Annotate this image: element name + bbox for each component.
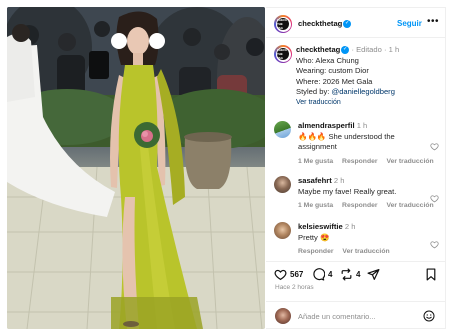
comment-text: Pretty 😍: [298, 232, 330, 242]
send-icon: [367, 269, 380, 280]
author-name-row: checkthetag ✓: [298, 19, 352, 28]
comment-translate-link[interactable]: Ver traducción: [386, 202, 433, 209]
reposts-count: 4: [356, 270, 361, 279]
verified-badge-icon: ✓: [341, 46, 350, 54]
caption-line: Wearing: custom Dior: [296, 66, 369, 75]
save-button[interactable]: [425, 268, 437, 281]
caption-line: Where: 2026 Met Gala: [296, 76, 373, 86]
comment-text: Maybe my fave! Really great.: [298, 186, 397, 196]
comment-time: 2 h: [344, 222, 356, 231]
repost-button[interactable]: 4: [340, 268, 360, 281]
comment-bubble-icon: [313, 268, 325, 281]
caption-text: checkthetag ✓ · Editado · 1 h Who: Alexa …: [296, 45, 399, 108]
comment-text: 🔥🔥🔥 She understood the assignment: [298, 131, 395, 152]
like-button[interactable]: 567: [274, 268, 303, 281]
comment-translate-link[interactable]: Ver traducción: [386, 158, 433, 165]
caption-avatar[interactable]: CHECK THE TAG: [274, 45, 292, 63]
heart-icon: [274, 269, 287, 281]
comments-count: 4: [328, 270, 333, 279]
reply-button[interactable]: Responder: [342, 158, 378, 165]
commenter-avatar[interactable]: [274, 121, 291, 138]
reply-button[interactable]: Responder: [298, 248, 334, 255]
edited-label: Editado: [356, 45, 382, 54]
brand-logo: CHECK THE TAG: [277, 18, 289, 30]
commenter-username[interactable]: kelsieswiftie: [298, 222, 343, 231]
comment-likes[interactable]: 1 Me gusta: [298, 158, 333, 165]
comment-time: 1 h: [356, 121, 368, 130]
verified-badge-icon: ✓: [343, 20, 352, 28]
commenter-username[interactable]: sasafehrt: [298, 176, 332, 185]
met-gala-photo: [7, 7, 265, 329]
comment-translate-link[interactable]: Ver traducción: [342, 248, 389, 255]
comment-composer: [266, 301, 446, 329]
comment-input[interactable]: [298, 310, 416, 322]
divider: [266, 261, 446, 262]
caption-line: Who: Alexa Chung: [296, 55, 359, 65]
author-username[interactable]: checkthetag: [298, 19, 342, 28]
caption-translate-link[interactable]: Ver traducción: [296, 98, 399, 109]
stylist-mention-link[interactable]: @daniellegoldberg: [331, 87, 394, 96]
comment-likes[interactable]: 1 Me gusta: [298, 202, 333, 209]
current-user-avatar: [275, 308, 291, 324]
commenter-avatar[interactable]: [274, 176, 291, 193]
likes-count: 567: [290, 270, 304, 279]
post-header: CHECK THE TAG checkthetag ✓ Seguir •••: [266, 8, 446, 38]
styled-by-label: Styled by:: [296, 87, 330, 96]
more-horizontal-icon[interactable]: •••: [427, 16, 439, 27]
like-comment-heart-icon[interactable]: [430, 194, 439, 203]
repost-icon: [341, 268, 352, 281]
comment-button[interactable]: 4: [312, 268, 332, 281]
commenter-username[interactable]: almendrasperfil: [298, 121, 355, 130]
post-photo[interactable]: [7, 7, 265, 329]
comment-time: 2 h: [333, 176, 345, 185]
reply-button[interactable]: Responder: [342, 202, 378, 209]
brand-logo: CHECK THE TAG: [277, 48, 289, 60]
emoji-icon[interactable]: [423, 310, 435, 322]
commenter-avatar[interactable]: [274, 222, 291, 239]
post-time: 1 h: [388, 45, 400, 54]
posted-ago: Hace 2 horas: [275, 284, 314, 291]
like-comment-heart-icon[interactable]: [430, 240, 439, 249]
like-comment-heart-icon[interactable]: [430, 142, 439, 151]
action-bar: 567 4 4: [266, 264, 446, 286]
post-panel: CHECK THE TAG checkthetag ✓ Seguir ••• CH…: [266, 7, 446, 329]
caption-username[interactable]: checkthetag: [296, 45, 340, 54]
share-button[interactable]: [367, 268, 380, 281]
author-avatar[interactable]: CHECK THE TAG: [274, 15, 292, 33]
bookmark-icon: [426, 268, 436, 281]
follow-button[interactable]: Seguir: [397, 19, 422, 28]
